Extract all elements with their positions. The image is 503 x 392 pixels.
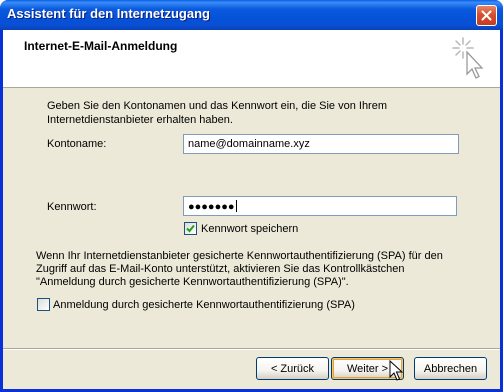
wizard-header: Internet-E-Mail-Anmeldung [3,30,500,88]
wizard-sparkle-icon [452,37,484,79]
password-label: Kennwort: [47,201,97,213]
remember-password-label[interactable]: Kennwort speichern [201,223,298,235]
spa-checkbox[interactable] [37,298,50,311]
dialog-client-area: Internet-E-Mail-Anmeldung Geben Sie den … [3,30,500,389]
close-icon [481,10,492,21]
account-name-input[interactable]: name@domainname.xyz [183,134,459,154]
text-caret [235,200,237,212]
spa-info-text: Wenn Ihr Internetdienstanbieter gesicher… [36,250,443,288]
page-title: Internet-E-Mail-Anmeldung [24,39,178,53]
window-title: Assistent für den Internetzugang [7,6,210,21]
title-bar[interactable]: Assistent für den Internetzugang [0,0,503,30]
mouse-pointer-icon [389,360,403,381]
button-separator [3,348,500,350]
intro-text: Geben Sie den Kontonamen und das Kennwor… [47,100,388,126]
password-masked-value: ●●●●●●● [188,201,235,213]
back-button[interactable]: < Zurück [256,357,329,380]
account-name-label: Kontoname: [47,138,107,150]
cancel-button[interactable]: Abbrechen [414,357,487,380]
remember-password-checkbox[interactable] [184,222,197,235]
checkmark-icon [186,224,195,233]
spa-checkbox-label[interactable]: Anmeldung durch gesicherte Kennwortauthe… [53,299,355,311]
password-input[interactable]: ●●●●●●● [183,196,457,216]
close-button[interactable] [476,5,497,26]
wizard-window: Assistent für den Internetzugang Interne… [0,0,503,392]
